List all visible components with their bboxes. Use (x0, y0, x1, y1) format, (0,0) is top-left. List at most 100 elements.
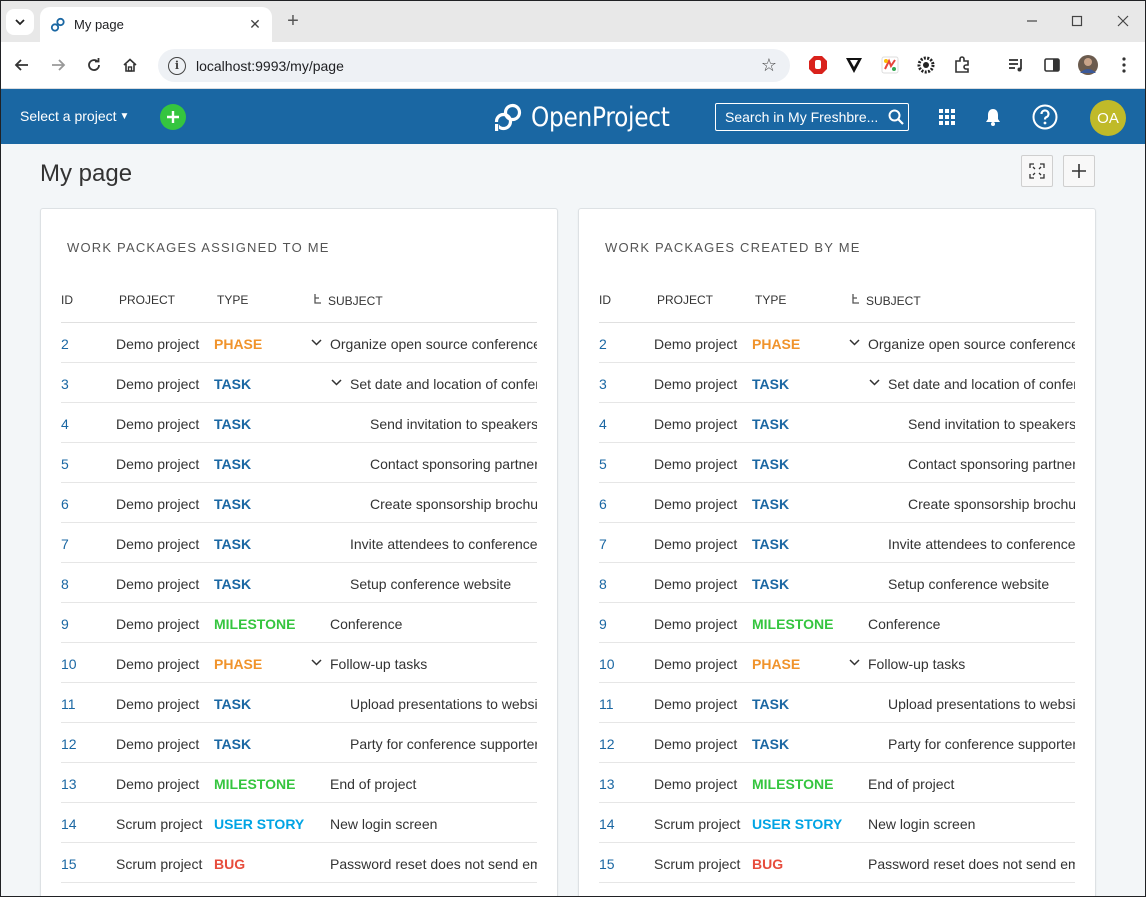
subject-cell[interactable]: Invite attendees to conference (350, 536, 537, 552)
work-package-id-link[interactable]: 9 (599, 616, 607, 632)
subject-cell[interactable]: Party for conference supporters (888, 736, 1075, 752)
url-text[interactable]: localhost:9993/my/page (196, 58, 756, 74)
subject-cell[interactable]: Password reset does not send email (330, 856, 537, 872)
subject-cell[interactable]: Set date and location of conference (888, 376, 1075, 392)
global-search-input[interactable]: Search in My Freshbre... (715, 103, 909, 131)
subject-cell[interactable]: Upload presentations to website (888, 696, 1075, 712)
close-window-icon[interactable] (1109, 8, 1137, 34)
table-row[interactable]: 10 Demo project PHASE Follow-up tasks (61, 643, 537, 683)
table-row[interactable]: 8 Demo project TASK Setup conference websit… (599, 563, 1075, 603)
column-header-type[interactable]: TYPE (755, 293, 786, 307)
add-widget-button[interactable] (1063, 155, 1095, 187)
subject-cell[interactable]: End of project (868, 776, 1075, 792)
work-package-id-link[interactable]: 11 (599, 696, 614, 712)
table-row[interactable]: 11 Demo project TASK Upload presentations t… (599, 683, 1075, 723)
work-package-id-link[interactable]: 7 (61, 536, 69, 552)
work-package-id-link[interactable]: 13 (599, 776, 615, 792)
search-icon[interactable] (884, 105, 908, 129)
table-row[interactable]: 9 Demo project MILESTONE Conference (599, 603, 1075, 643)
table-row[interactable]: 15 Scrum project BUG Password reset does no… (599, 843, 1075, 883)
work-package-id-link[interactable]: 6 (599, 496, 607, 512)
modules-grid-icon[interactable] (935, 105, 959, 129)
work-package-id-link[interactable]: 14 (61, 816, 77, 832)
work-package-id-link[interactable]: 3 (599, 376, 607, 392)
column-header-subject[interactable]: SUBJECT (851, 293, 921, 308)
hierarchy-icon[interactable] (851, 293, 860, 308)
subject-cell[interactable]: Invite attendees to conference (888, 536, 1075, 552)
table-row[interactable]: 14 Scrum project USER STORY New login scree… (61, 803, 537, 843)
project-select-dropdown[interactable]: Select a project ▼ (20, 108, 129, 124)
table-row[interactable]: 14 Scrum project USER STORY New login scree… (599, 803, 1075, 843)
browser-tab-my-page[interactable]: My page ✕ (40, 7, 272, 42)
subject-cell[interactable]: Contact sponsoring partners (908, 456, 1075, 472)
subject-cell[interactable]: Upload presentations to website (350, 696, 537, 712)
column-header-subject[interactable]: SUBJECT (313, 293, 383, 308)
browser-menu-icon[interactable] (1113, 54, 1135, 76)
openproject-logo[interactable]: OpenProject (493, 99, 692, 135)
table-row[interactable]: 6 Demo project TASK Create sponsorship broc… (61, 483, 537, 523)
work-package-id-link[interactable]: 10 (61, 656, 77, 672)
minimize-window-icon[interactable] (1018, 8, 1046, 34)
new-tab-button[interactable]: + (282, 10, 304, 32)
table-row[interactable]: 4 Demo project TASK Send invitation to spea… (599, 403, 1075, 443)
expand-chevron-icon[interactable] (309, 335, 323, 349)
subject-cell[interactable]: Organize open source conference (868, 336, 1075, 352)
expand-chevron-icon[interactable] (847, 335, 861, 349)
back-arrow-icon[interactable] (9, 52, 35, 78)
colorful-extension-icon[interactable] (879, 54, 901, 76)
expand-chevron-icon[interactable] (847, 655, 861, 669)
work-package-id-link[interactable]: 15 (61, 856, 77, 872)
work-package-id-link[interactable]: 5 (599, 456, 607, 472)
column-header-project[interactable]: PROJECT (657, 293, 713, 307)
tab-search-button[interactable] (6, 9, 34, 35)
table-row[interactable]: 12 Demo project TASK Party for conference s… (61, 723, 537, 763)
subject-cell[interactable]: Party for conference supporters (350, 736, 537, 752)
table-row[interactable]: 13 Demo project MILESTONE End of project (61, 763, 537, 803)
maximize-window-icon[interactable] (1063, 8, 1091, 34)
create-new-button[interactable] (160, 104, 186, 130)
subject-cell[interactable]: Organize open source conference (330, 336, 537, 352)
site-info-icon[interactable]: i (168, 56, 186, 75)
table-row[interactable]: 6 Demo project TASK Create sponsorship broc… (599, 483, 1075, 523)
work-package-id-link[interactable]: 3 (61, 376, 69, 392)
work-package-id-link[interactable]: 12 (599, 736, 615, 752)
work-package-id-link[interactable]: 4 (61, 416, 69, 432)
subject-cell[interactable]: Setup conference website (888, 576, 1075, 592)
work-package-id-link[interactable]: 9 (61, 616, 69, 632)
subject-cell[interactable]: End of project (330, 776, 537, 792)
work-package-id-link[interactable]: 2 (599, 336, 607, 352)
subject-cell[interactable]: Set date and location of conference (350, 376, 537, 392)
table-row[interactable]: 2 Demo project PHASE Organize open source c… (599, 323, 1075, 363)
table-row[interactable]: 11 Demo project TASK Upload presentations t… (61, 683, 537, 723)
subject-cell[interactable]: Send invitation to speakers (908, 416, 1075, 432)
table-row[interactable]: 9 Demo project MILESTONE Conference (61, 603, 537, 643)
subject-cell[interactable]: New login screen (330, 816, 537, 832)
close-tab-icon[interactable]: ✕ (244, 14, 266, 36)
subject-cell[interactable]: Send invitation to speakers (370, 416, 537, 432)
column-header-id[interactable]: ID (599, 293, 611, 307)
work-package-id-link[interactable]: 4 (599, 416, 607, 432)
help-icon[interactable] (1032, 104, 1058, 135)
table-row[interactable]: 7 Demo project TASK Invite attendees to con… (599, 523, 1075, 563)
table-row[interactable]: 4 Demo project TASK Send invitation to spea… (61, 403, 537, 443)
work-package-id-link[interactable]: 12 (61, 736, 77, 752)
table-row[interactable]: 10 Demo project PHASE Follow-up tasks (599, 643, 1075, 683)
subject-cell[interactable]: Conference (330, 616, 537, 632)
column-header-type[interactable]: TYPE (217, 293, 248, 307)
column-header-project[interactable]: PROJECT (119, 293, 175, 307)
table-row[interactable]: 3 Demo project TASK Set date and location o… (599, 363, 1075, 403)
notifications-bell-icon[interactable] (981, 105, 1005, 129)
hierarchy-icon[interactable] (313, 293, 322, 308)
expand-chevron-icon[interactable] (329, 375, 343, 389)
work-package-id-link[interactable]: 8 (61, 576, 69, 592)
subject-cell[interactable]: Password reset does not send email (868, 856, 1075, 872)
media-control-icon[interactable] (1005, 54, 1027, 76)
bookmark-star-icon[interactable]: ☆ (756, 53, 782, 79)
work-package-id-link[interactable]: 13 (61, 776, 77, 792)
work-package-id-link[interactable]: 5 (61, 456, 69, 472)
work-package-id-link[interactable]: 2 (61, 336, 69, 352)
subject-cell[interactable]: Contact sponsoring partners (370, 456, 537, 472)
reload-icon[interactable] (81, 52, 107, 78)
table-row[interactable]: 13 Demo project MILESTONE End of project (599, 763, 1075, 803)
table-row[interactable]: 7 Demo project TASK Invite attendees to con… (61, 523, 537, 563)
